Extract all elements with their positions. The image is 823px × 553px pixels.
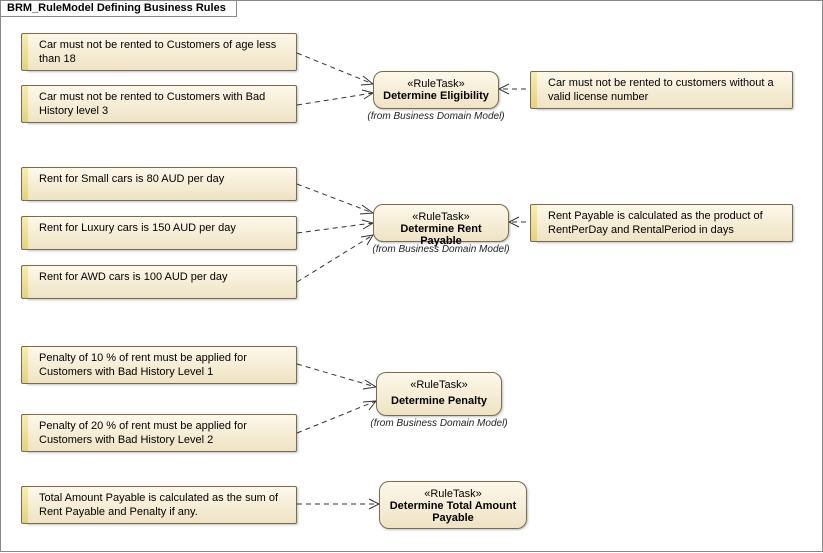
from-business-domain-1: (from Business Domain Model) bbox=[367, 111, 505, 122]
note-rent-payable-calc: Rent Payable is calculated as the produc… bbox=[535, 204, 793, 242]
stereotype-label: «RuleTask» bbox=[385, 379, 493, 391]
task-determine-penalty[interactable]: «RuleTask» Determine Penalty bbox=[376, 372, 502, 416]
diagram-title: BRM_RuleModel Defining Business Rules bbox=[1, 1, 237, 17]
note-age-18: Car must not be rented to Customers of a… bbox=[26, 33, 297, 71]
task-name: Determine Total Amount Payable bbox=[388, 500, 518, 524]
diagram-canvas: BRM_RuleModel Defining Business Rules Ca… bbox=[0, 0, 823, 552]
note-license-number: Car must not be rented to customers with… bbox=[535, 71, 793, 109]
task-name: Determine Penalty bbox=[385, 395, 493, 407]
note-penalty-10: Penalty of 10 % of rent must be applied … bbox=[26, 346, 297, 384]
stereotype-label: «RuleTask» bbox=[382, 211, 500, 223]
note-rent-awd: Rent for AWD cars is 100 AUD per day bbox=[26, 265, 297, 299]
note-bad-history-3: Car must not be rented to Customers with… bbox=[26, 85, 297, 123]
task-name: Determine Eligibility bbox=[382, 90, 490, 102]
task-determine-rent-payable[interactable]: «RuleTask» Determine Rent Payable bbox=[373, 204, 509, 242]
task-determine-total-amount[interactable]: «RuleTask» Determine Total Amount Payabl… bbox=[379, 481, 527, 529]
from-business-domain-3: (from Business Domain Model) bbox=[370, 418, 508, 429]
note-penalty-20: Penalty of 20 % of rent must be applied … bbox=[26, 414, 297, 452]
note-rent-luxury: Rent for Luxury cars is 150 AUD per day bbox=[26, 216, 297, 250]
note-rent-small: Rent for Small cars is 80 AUD per day bbox=[26, 167, 297, 201]
stereotype-label: «RuleTask» bbox=[382, 78, 490, 90]
note-total-amount: Total Amount Payable is calculated as th… bbox=[26, 486, 297, 524]
task-determine-eligibility[interactable]: «RuleTask» Determine Eligibility bbox=[373, 71, 499, 109]
stereotype-label: «RuleTask» bbox=[388, 488, 518, 500]
from-business-domain-2: (from Business Domain Model) bbox=[371, 244, 511, 255]
